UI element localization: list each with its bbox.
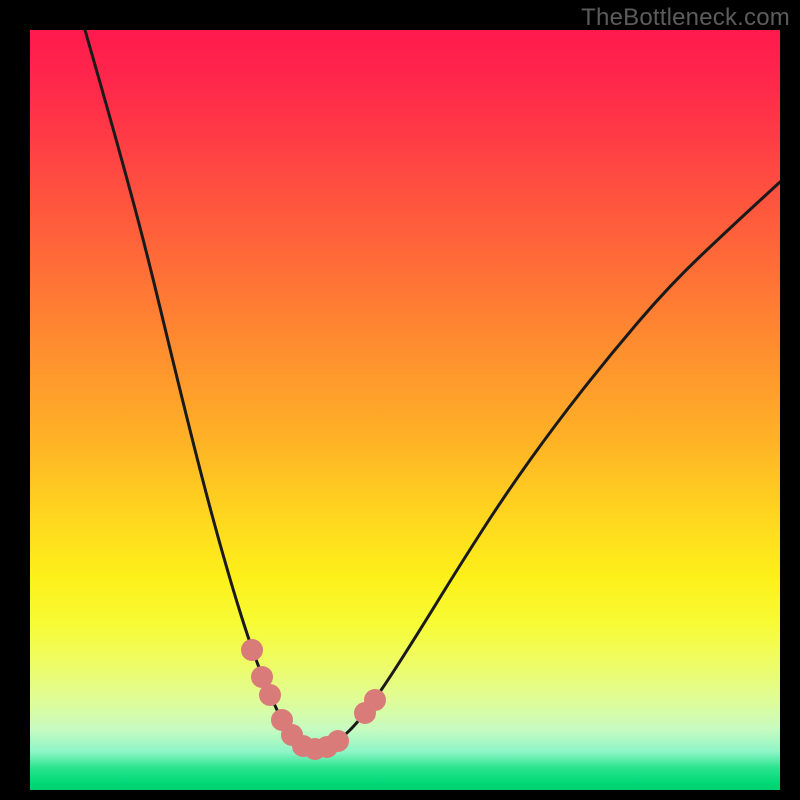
- curve-marker: [364, 689, 386, 711]
- watermark-text: TheBottleneck.com: [581, 4, 790, 32]
- bottleneck-curve: [85, 30, 780, 748]
- curve-marker: [241, 639, 263, 661]
- plot-area: [30, 30, 780, 790]
- curve-layer: [30, 30, 780, 790]
- curve-marker: [259, 684, 281, 706]
- chart-frame: TheBottleneck.com: [0, 0, 800, 800]
- curve-markers: [241, 639, 386, 760]
- curve-marker: [327, 730, 349, 752]
